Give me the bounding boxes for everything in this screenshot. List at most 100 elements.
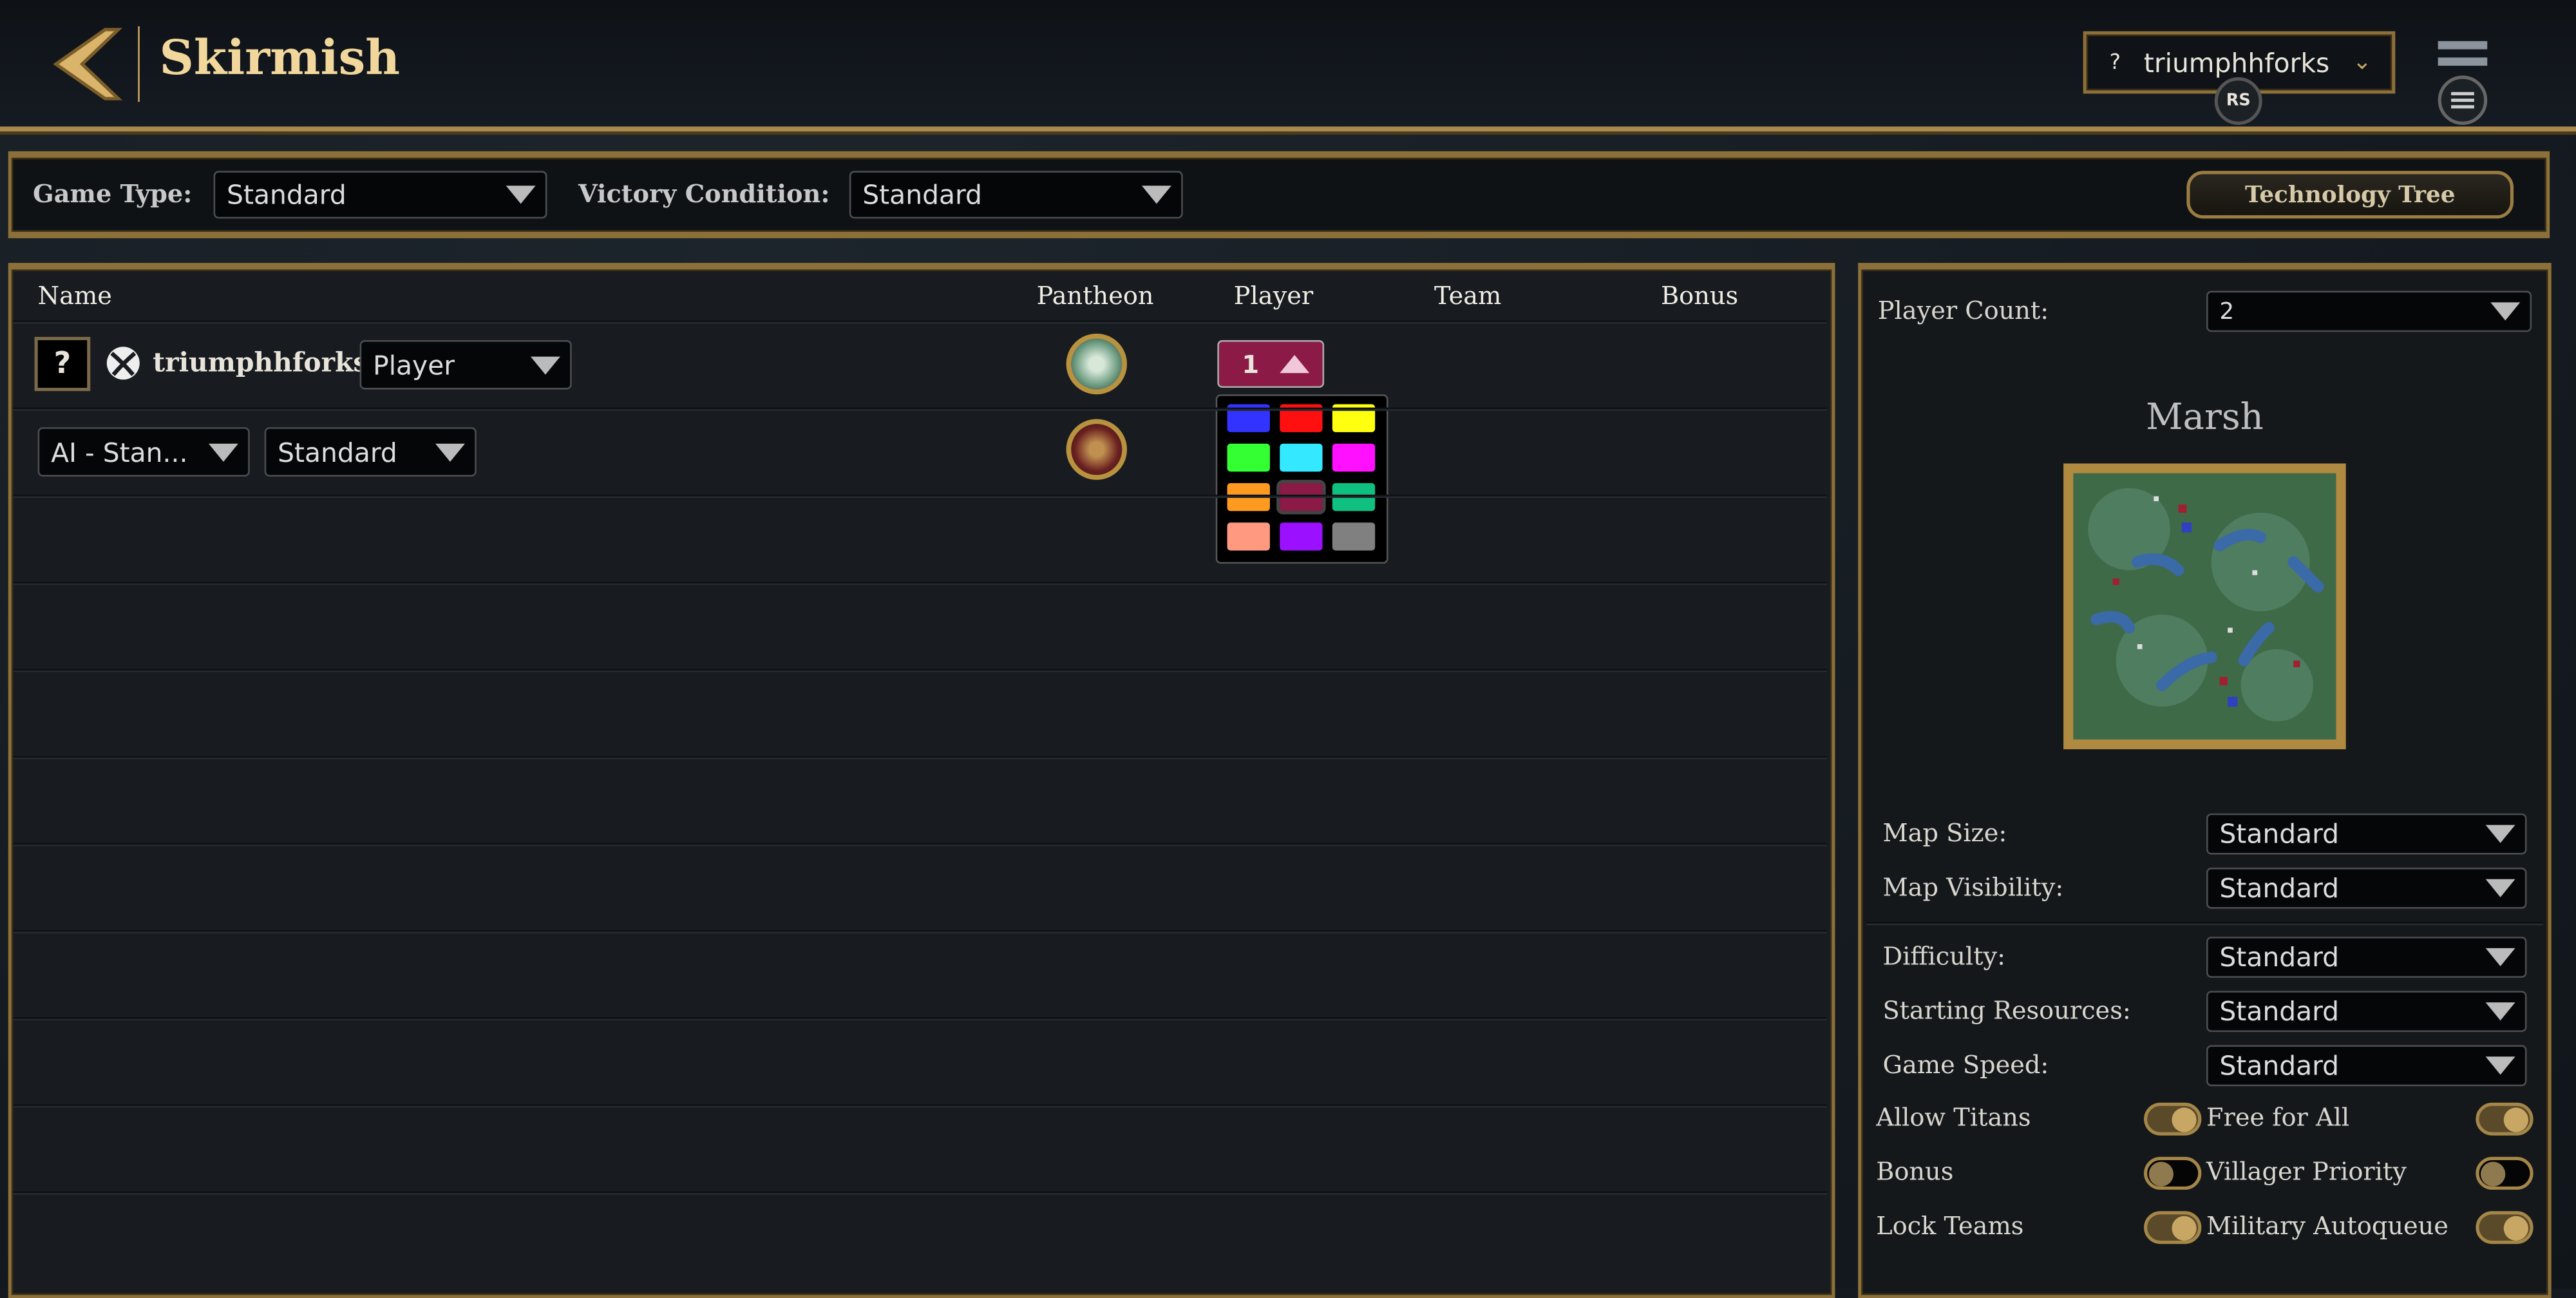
xbox-icon bbox=[106, 347, 140, 380]
game-type-value: Standard bbox=[227, 179, 346, 211]
ai-difficulty-select[interactable]: Standard bbox=[264, 427, 477, 477]
setting-label: Starting Resources: bbox=[1882, 995, 2131, 1026]
row-divider bbox=[13, 1104, 1827, 1108]
toggle-switch[interactable] bbox=[2476, 1156, 2533, 1190]
map-name: Marsh bbox=[2146, 397, 2264, 439]
toggle-switch[interactable] bbox=[2144, 1102, 2202, 1136]
profile-prefix: ? bbox=[2109, 50, 2121, 75]
player-count-value: 2 bbox=[2219, 298, 2235, 325]
toggle-knob bbox=[2172, 1216, 2197, 1241]
game-type-select[interactable]: Standard bbox=[213, 171, 547, 219]
row-divider bbox=[13, 669, 1827, 673]
ai-type-select[interactable]: AI - Stan... bbox=[37, 427, 250, 477]
player-count-label: Player Count: bbox=[1877, 296, 2049, 326]
toggle-knob bbox=[2481, 1161, 2506, 1187]
toggle-label: Bonus bbox=[1876, 1156, 1954, 1187]
setting-label: Map Visibility: bbox=[1882, 872, 2064, 902]
chevron-down-icon bbox=[2485, 825, 2515, 843]
player-number: 1 bbox=[1242, 349, 1260, 379]
color-swatch[interactable] bbox=[1280, 522, 1323, 551]
column-header-team: Team bbox=[1434, 281, 1502, 311]
chevron-up-icon bbox=[1280, 355, 1310, 374]
color-swatch[interactable] bbox=[1227, 522, 1270, 551]
color-swatch[interactable] bbox=[1227, 443, 1270, 472]
chevron-down-icon: ⌄ bbox=[2352, 49, 2372, 76]
pantheon-icon[interactable] bbox=[1066, 333, 1127, 395]
toggle-switch[interactable] bbox=[2476, 1211, 2533, 1245]
toggle-knob bbox=[2172, 1107, 2197, 1132]
setting-value: Standard bbox=[2219, 872, 2340, 904]
header-divider bbox=[138, 26, 140, 102]
ai-type-value: AI - Stan... bbox=[51, 436, 188, 468]
toggle-label: Free for All bbox=[2206, 1102, 2350, 1132]
row-divider bbox=[13, 582, 1827, 586]
setting-select[interactable]: Standard bbox=[2206, 937, 2527, 978]
chevron-down-icon bbox=[506, 186, 536, 204]
players-panel bbox=[8, 263, 1835, 1298]
chevron-down-icon bbox=[1141, 186, 1171, 204]
setting-label: Difficulty: bbox=[1882, 941, 2006, 971]
toggle-knob bbox=[2148, 1161, 2174, 1187]
row-divider bbox=[13, 494, 1827, 498]
setting-label: Map Size: bbox=[1882, 818, 2007, 848]
toggle-switch[interactable] bbox=[2144, 1211, 2202, 1245]
column-header-name: Name bbox=[37, 281, 112, 311]
toggle-label: Villager Priority bbox=[2206, 1156, 2407, 1187]
toggle-label: Allow Titans bbox=[1876, 1102, 2031, 1132]
row-divider bbox=[13, 320, 1827, 324]
back-arrow-icon[interactable] bbox=[46, 23, 128, 106]
row-divider bbox=[13, 843, 1827, 846]
color-swatch[interactable] bbox=[1332, 443, 1376, 472]
player-count-select[interactable]: 2 bbox=[2206, 291, 2532, 332]
map-preview[interactable] bbox=[2063, 463, 2346, 750]
setting-select[interactable]: Standard bbox=[2206, 991, 2527, 1033]
ai-difficulty-value: Standard bbox=[278, 436, 397, 468]
game-type-label: Game Type: bbox=[33, 179, 193, 209]
profile-name: triumphhforks bbox=[2143, 46, 2330, 79]
row-divider bbox=[13, 1191, 1827, 1195]
player-color-select[interactable]: 1 bbox=[1217, 340, 1325, 388]
toggle-knob bbox=[2503, 1107, 2528, 1132]
victory-condition-select[interactable]: Standard bbox=[849, 171, 1183, 219]
setting-value: Standard bbox=[2219, 941, 2340, 973]
setting-select[interactable]: Standard bbox=[2206, 867, 2527, 909]
rs-badge: RS bbox=[2214, 77, 2262, 125]
row-divider bbox=[13, 407, 1827, 411]
page-title: Skirmish bbox=[159, 29, 401, 86]
chevron-down-icon bbox=[2490, 302, 2521, 321]
toggle-label: Lock Teams bbox=[1876, 1211, 2024, 1241]
setting-value: Standard bbox=[2219, 818, 2340, 850]
setting-value: Standard bbox=[2219, 1050, 2340, 1082]
menu-icon[interactable] bbox=[2438, 41, 2488, 66]
menu-circle-button[interactable] bbox=[2438, 75, 2488, 125]
panel-divider bbox=[1866, 922, 2543, 926]
toggle-knob bbox=[2503, 1216, 2528, 1241]
toggle-label: Military Autoqueue bbox=[2206, 1211, 2448, 1241]
technology-tree-button[interactable]: Technology Tree bbox=[2186, 171, 2514, 219]
chevron-down-icon bbox=[208, 443, 238, 461]
pantheon-icon[interactable] bbox=[1066, 419, 1127, 480]
color-swatch[interactable] bbox=[1280, 443, 1323, 472]
row-divider bbox=[13, 1017, 1827, 1021]
row-divider bbox=[13, 930, 1827, 933]
setting-select[interactable]: Standard bbox=[2206, 1045, 2527, 1087]
player-type-select[interactable]: Player bbox=[359, 340, 572, 390]
chevron-down-icon bbox=[2485, 948, 2515, 966]
chevron-down-icon bbox=[435, 443, 465, 461]
player-name: triumphhforks bbox=[153, 347, 368, 378]
player-avatar[interactable]: ? bbox=[34, 336, 91, 392]
setting-value: Standard bbox=[2219, 995, 2340, 1027]
chevron-down-icon bbox=[530, 356, 560, 374]
column-header-bonus: Bonus bbox=[1661, 281, 1739, 311]
toggle-switch[interactable] bbox=[2144, 1156, 2202, 1190]
column-header-player: Player bbox=[1233, 281, 1314, 311]
row-divider bbox=[13, 756, 1827, 759]
player-type-value: Player bbox=[373, 349, 455, 381]
chevron-down-icon bbox=[2485, 879, 2515, 897]
victory-condition-value: Standard bbox=[862, 179, 982, 211]
toggle-switch[interactable] bbox=[2476, 1102, 2533, 1136]
color-swatch[interactable] bbox=[1332, 522, 1376, 551]
chevron-down-icon bbox=[2485, 1002, 2515, 1021]
victory-condition-label: Victory Condition: bbox=[578, 179, 830, 209]
setting-select[interactable]: Standard bbox=[2206, 813, 2527, 855]
